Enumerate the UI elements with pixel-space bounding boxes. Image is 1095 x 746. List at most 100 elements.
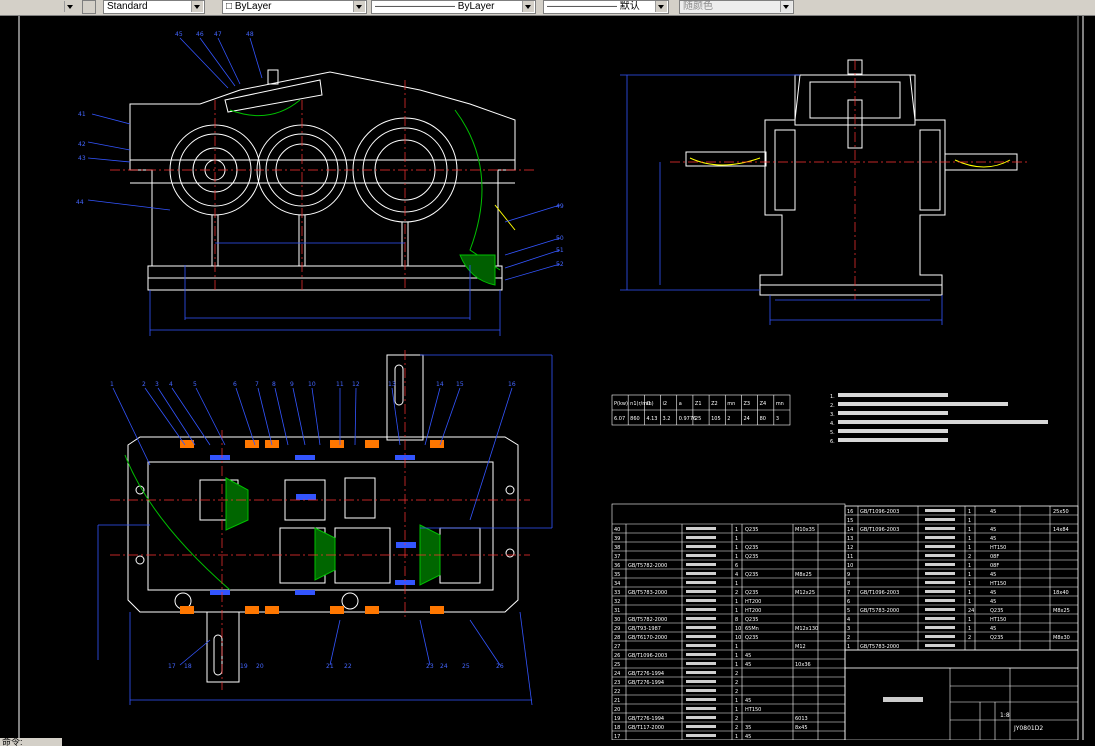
prev-dropdown-arrow[interactable]	[64, 1, 76, 12]
bom-item-qty: 2	[735, 716, 738, 722]
bom-item-material: Q235	[990, 635, 1003, 641]
param-value: 2	[727, 416, 730, 422]
bom-item-no: 27	[614, 644, 620, 650]
lineweight-dropdown-arrow[interactable]	[655, 1, 667, 12]
svg-text:6: 6	[233, 381, 237, 388]
bom-item-qty: 1	[735, 653, 738, 659]
param-value: 0.9776	[679, 416, 697, 422]
bom-item-qty: 8	[735, 617, 738, 623]
bom-item-name-bar	[925, 545, 955, 548]
svg-text:13: 13	[388, 381, 396, 388]
bom-item-material: HT150	[990, 617, 1006, 623]
param-header: a	[679, 401, 682, 407]
bom-item-no: 4	[847, 617, 850, 623]
linetype-dropdown-arrow[interactable]	[522, 1, 534, 12]
param-value: 24	[743, 416, 749, 422]
bom-item-material: HT200	[745, 608, 761, 614]
bom-item-name-bar	[686, 734, 716, 737]
bom-item-spec: M8x25	[795, 572, 812, 578]
svg-text:3: 3	[155, 381, 159, 388]
bom-item-no: 31	[614, 608, 620, 614]
tech-note-line: 6.	[830, 439, 835, 445]
bom-item-qty: 1	[735, 581, 738, 587]
bom-item-no: 6	[847, 599, 850, 605]
bom-item-no: 13	[847, 536, 853, 542]
bom-item-code: GB/T5783-2000	[860, 644, 899, 650]
text-style-icon[interactable]	[82, 0, 96, 14]
bom-item-code: GB/T5783-2000	[860, 608, 899, 614]
drawing-canvas[interactable]: 41424344 45 46 47 48 49505152 1 2 3 4 5 …	[0, 16, 1095, 740]
bom-item-name-bar	[686, 599, 716, 602]
svg-text:23: 23	[426, 663, 434, 670]
tech-note-line: 2.	[830, 403, 835, 409]
tech-notes: 1. 2. 3. 4. 5. 6.	[830, 393, 1048, 445]
side-view-centerlines	[670, 60, 1030, 300]
tech-note-text-bar	[838, 420, 1048, 424]
text-style-select[interactable]: Standard	[103, 0, 205, 14]
bom-item-name-bar	[686, 716, 716, 719]
bom-item-qty: 24	[968, 608, 974, 614]
text-style-dropdown-arrow[interactable]	[191, 1, 203, 12]
bom-item-code: GB/T276-1994	[628, 680, 664, 686]
bom-item-name-bar	[925, 626, 955, 629]
command-line[interactable]: 命令:	[0, 738, 62, 746]
bom-item-qty: 2	[968, 635, 971, 641]
bom-item-no: 10	[847, 563, 853, 569]
bom-item-material: 45	[745, 662, 751, 668]
bom-item-material: 08F	[990, 563, 999, 569]
svg-text:50: 50	[556, 235, 564, 242]
layer-color-select[interactable]: □ ByLayer	[222, 0, 367, 14]
bom-item-qty: 1	[968, 626, 971, 632]
bom-item-name-bar	[686, 617, 716, 620]
bom-item-qty: 6	[735, 563, 738, 569]
bom-item-material: 45	[990, 626, 996, 632]
svg-text:19: 19	[240, 663, 248, 670]
tech-note-text-bar	[838, 411, 948, 415]
title-scale: 1:8	[1000, 712, 1010, 719]
bom-item-spec: M10x35	[795, 527, 815, 533]
bom-item-name-bar	[925, 590, 955, 593]
bom-item-material: 65Mn	[745, 626, 759, 632]
tech-note-text-bar	[838, 438, 948, 442]
svg-text:49: 49	[556, 203, 564, 210]
svg-text:8: 8	[272, 381, 276, 388]
bom-item-material: Q235	[745, 635, 758, 641]
bom-item-no: 2	[847, 635, 850, 641]
bom-item-name-bar	[686, 563, 716, 566]
bom-item-name-bar	[686, 644, 716, 647]
bom-item-no: 30	[614, 617, 620, 623]
bom-item-no: 37	[614, 554, 620, 560]
bom-item-material: 08F	[990, 554, 999, 560]
svg-text:46: 46	[196, 31, 204, 38]
bom-item-no: 39	[614, 536, 620, 542]
bom-item-material: 35	[745, 725, 751, 731]
linetype-select[interactable]: ———————— ByLayer	[371, 0, 536, 14]
bom-item-code: GB/T5783-2000	[628, 590, 667, 596]
bom-item-no: 7	[847, 590, 850, 596]
bom-item-name-bar	[925, 536, 955, 539]
param-header: P(kw)	[614, 401, 628, 407]
bom-item-code: GB/T276-1994	[628, 671, 664, 677]
bom-item-material: Q235	[745, 527, 758, 533]
param-value: 25	[695, 416, 701, 422]
bom-item-no: 40	[614, 527, 620, 533]
bom-item-no: 34	[614, 581, 620, 587]
bom-item-name-bar	[925, 599, 955, 602]
lineweight-select[interactable]: ——————— 默认	[543, 0, 669, 14]
bom-item-qty: 1	[735, 599, 738, 605]
layer-color-dropdown-arrow[interactable]	[353, 1, 365, 12]
bom-item-name-bar	[686, 527, 716, 530]
bom-item-spec: M12x130	[795, 626, 818, 632]
bom-item-qty: 1	[735, 662, 738, 668]
bom-item-name-bar	[925, 518, 955, 521]
bom-item-name-bar	[686, 545, 716, 548]
bom-item-material: 45	[990, 572, 996, 578]
bom-item-material: 45	[745, 734, 751, 740]
bom-item-no: 26	[614, 653, 620, 659]
tech-note-text-bar	[838, 429, 948, 433]
param-header: mn	[776, 401, 784, 407]
bom-item-no: 3	[847, 626, 850, 632]
bom-item-code: GB/T117-2000	[628, 725, 664, 731]
svg-text:15: 15	[456, 381, 464, 388]
bom-item-no: 32	[614, 599, 620, 605]
